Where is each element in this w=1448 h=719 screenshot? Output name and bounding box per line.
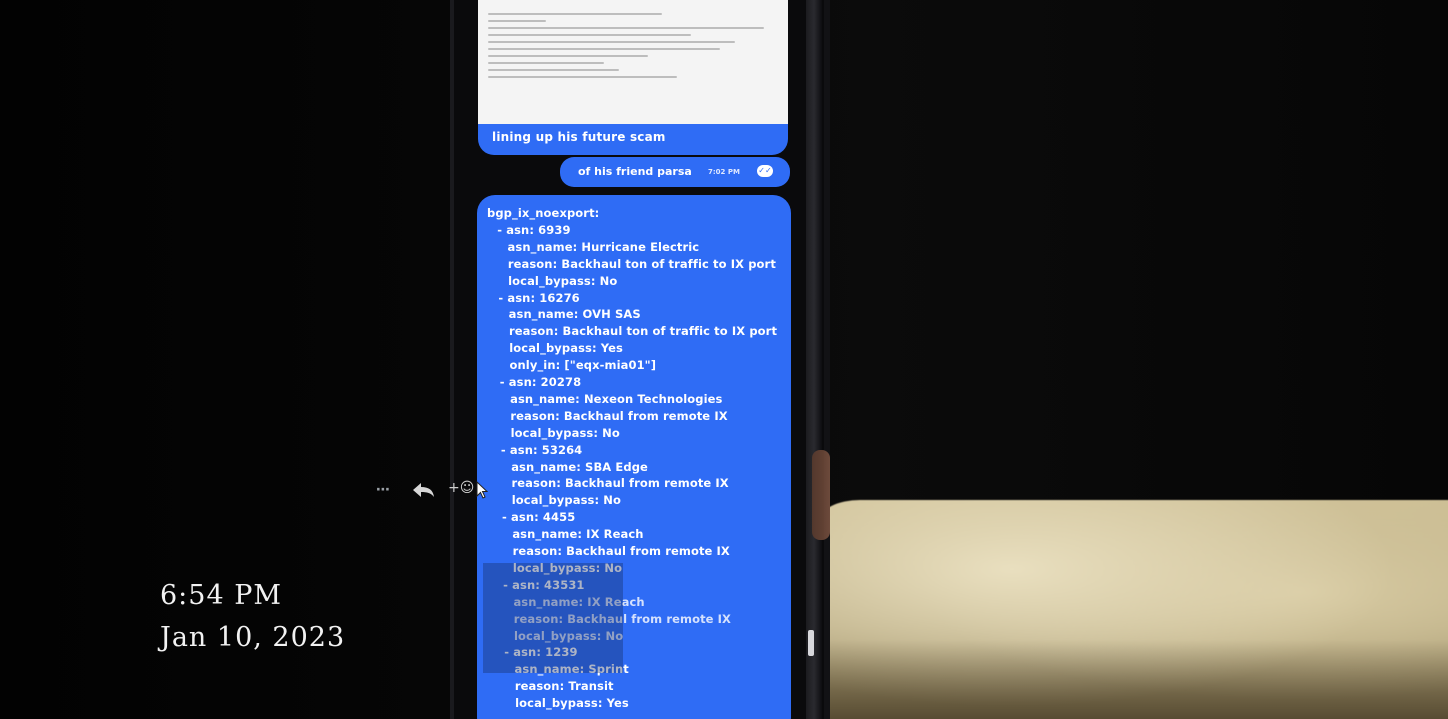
phone-edge	[806, 0, 822, 719]
video-timestamp-time: 6:54 PM	[160, 580, 283, 611]
doc-text-line	[488, 20, 546, 22]
selection-highlight	[483, 563, 623, 673]
doc-text-line	[488, 48, 720, 50]
incoming-message-text: lining up his future scam	[492, 130, 666, 144]
config-line: reason: Backhaul ton of traffic to IX po…	[508, 324, 778, 339]
add-reaction-icon[interactable]: +☺	[448, 480, 474, 496]
doc-text-line	[488, 55, 648, 57]
config-line: - asn: 6939	[497, 222, 571, 237]
doc-text-line	[488, 34, 691, 36]
config-line: only_in: ["eqx-mia01"]	[509, 358, 657, 373]
incoming-message-bubble[interactable]: lining up his future scam	[478, 0, 788, 155]
config-line: bgp_ix_noexport:	[487, 206, 600, 220]
doc-text-line	[488, 62, 604, 64]
video-timestamp-date: Jan 10, 2023	[160, 622, 346, 653]
message-actions: ⋯ +☺	[372, 478, 492, 504]
video-frame: lining up his future scam of his friend …	[0, 0, 1448, 719]
config-line: - asn: 53264	[500, 442, 583, 457]
doc-text-line	[488, 13, 662, 15]
config-line: - asn: 16276	[498, 290, 580, 305]
blanket-shadow	[820, 640, 1448, 719]
document-preview-image[interactable]	[478, 0, 788, 124]
config-line: reason: Transit	[514, 679, 614, 694]
outgoing-message-text: of his friend parsa	[578, 165, 692, 178]
doc-text-line	[488, 41, 735, 43]
config-line: asn_name: Hurricane Electric	[507, 239, 700, 254]
config-line: reason: Backhaul from remote IX	[512, 544, 730, 558]
more-options-icon[interactable]: ⋯	[376, 482, 391, 498]
config-line: - asn: 4455	[502, 510, 576, 525]
config-line: local_bypass: Yes	[515, 696, 629, 711]
phone-side-button	[808, 630, 814, 656]
config-line: reason: Backhaul from remote IX	[510, 408, 728, 423]
config-line: asn_name: OVH SAS	[508, 307, 641, 322]
outgoing-message-bubble[interactable]: of his friend parsa 7:02 PM ✓✓	[560, 157, 790, 187]
config-line: local_bypass: No	[510, 425, 620, 440]
finger-holding-phone	[812, 450, 830, 540]
config-line: local_bypass: No	[508, 273, 618, 288]
config-line: local_bypass: No	[511, 493, 621, 508]
doc-text-line	[488, 27, 764, 29]
config-line: local_bypass: Yes	[509, 341, 623, 356]
reply-icon[interactable]	[410, 480, 436, 500]
config-line: asn_name: SBA Edge	[511, 459, 648, 474]
pointer-cursor-icon	[476, 480, 489, 499]
config-line: asn_name: IX Reach	[512, 527, 644, 542]
doc-text-line	[488, 69, 619, 71]
config-line: - asn: 20278	[499, 375, 582, 389]
config-line: reason: Backhaul ton of traffic to IX po…	[507, 256, 776, 271]
config-line: asn_name: Nexeon Technologies	[510, 391, 723, 406]
doc-text-line	[488, 76, 677, 78]
config-line: reason: Backhaul from remote IX	[511, 476, 729, 491]
message-timestamp: 7:02 PM	[708, 168, 740, 176]
read-receipt-icon: ✓✓	[757, 165, 773, 177]
